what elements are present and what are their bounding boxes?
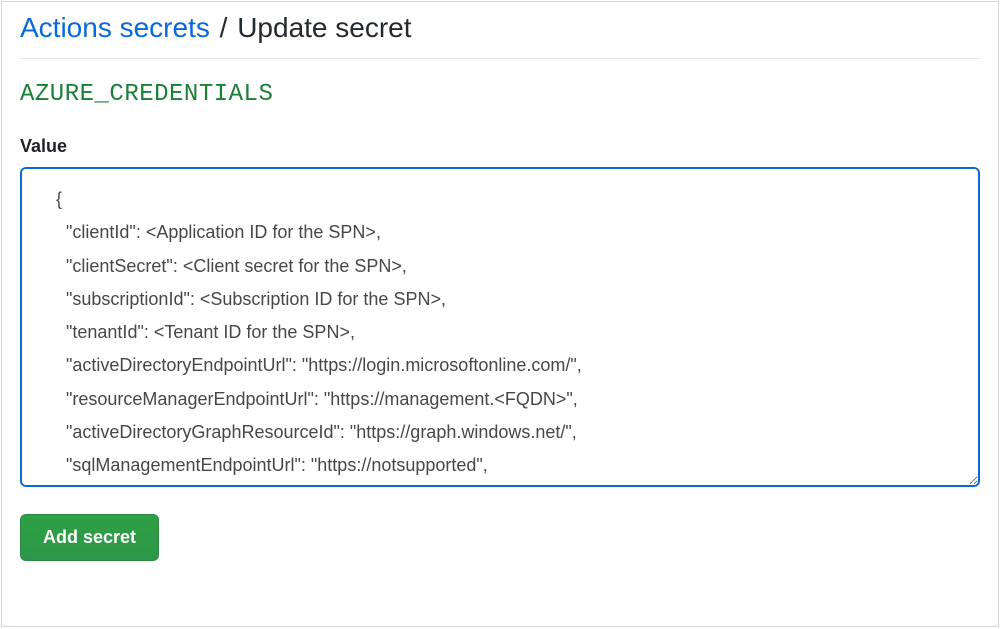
value-field-label: Value <box>20 136 980 157</box>
secret-name-heading: AZURE_CREDENTIALS <box>20 81 980 108</box>
breadcrumb-current: Update secret <box>237 12 411 43</box>
breadcrumb: Actions secrets / Update secret <box>20 12 980 59</box>
breadcrumb-parent-link[interactable]: Actions secrets <box>20 12 210 43</box>
add-secret-button[interactable]: Add secret <box>20 514 159 561</box>
breadcrumb-separator: / <box>220 12 228 43</box>
update-secret-panel: Actions secrets / Update secret AZURE_CR… <box>1 1 999 627</box>
value-textarea-wrap <box>20 167 980 492</box>
secret-value-textarea[interactable] <box>20 167 980 487</box>
